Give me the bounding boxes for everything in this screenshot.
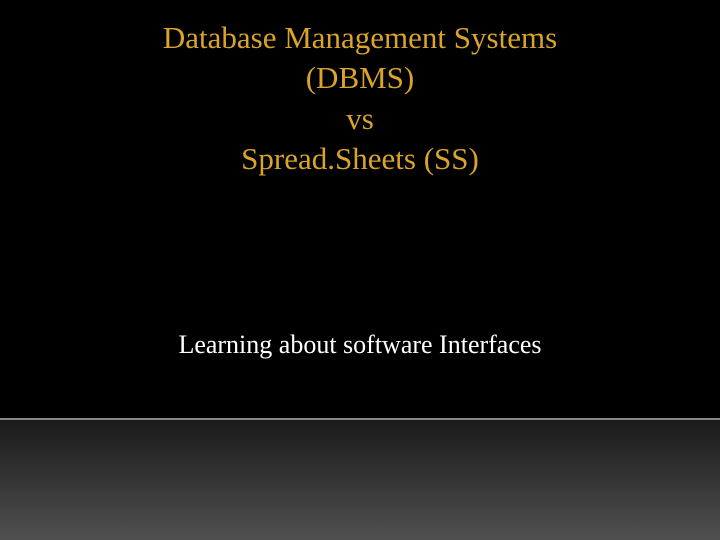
title-line-2: (DBMS) xyxy=(40,58,680,98)
slide-title: Database Management Systems (DBMS) vs Sp… xyxy=(0,18,720,179)
footer-band xyxy=(0,420,720,540)
presentation-slide: Database Management Systems (DBMS) vs Sp… xyxy=(0,0,720,540)
title-line-1: Database Management Systems xyxy=(40,18,680,58)
title-line-4: Spread.Sheets (SS) xyxy=(40,139,680,179)
slide-subtitle: Learning about software Interfaces xyxy=(0,330,720,360)
title-line-3: vs xyxy=(40,99,680,139)
